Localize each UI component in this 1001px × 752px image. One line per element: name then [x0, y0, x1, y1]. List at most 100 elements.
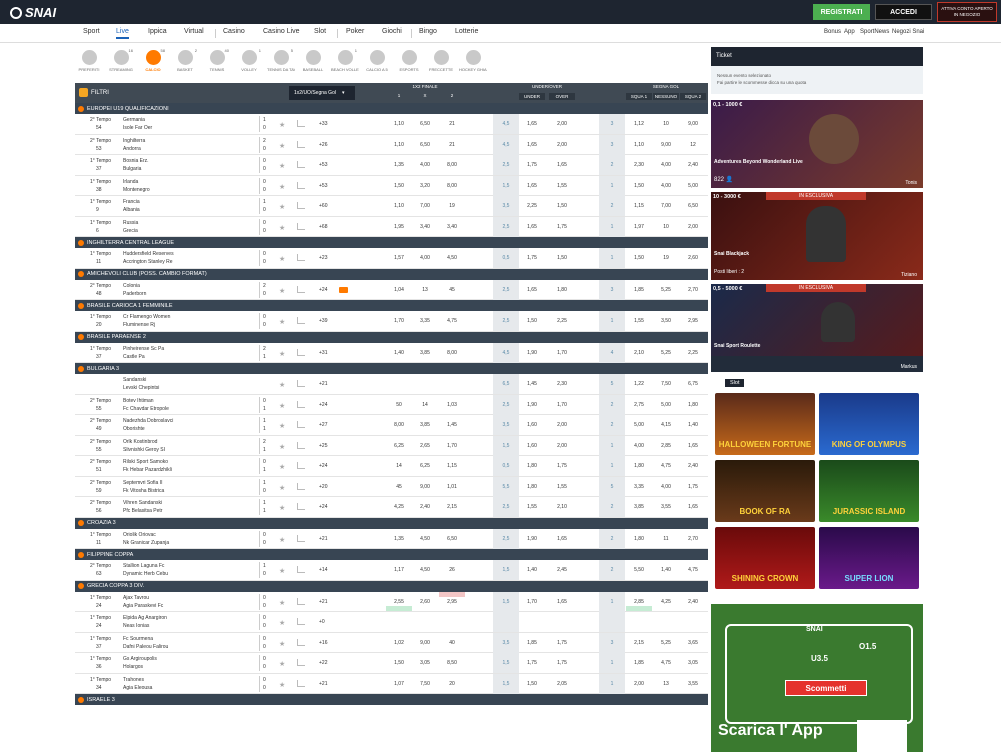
odd-1[interactable]: 1,04 — [386, 287, 412, 293]
odd-sq2[interactable]: 6,75 — [680, 381, 706, 387]
event-teams[interactable]: Gs Argiroupolis Holargos — [123, 655, 157, 671]
odd-2[interactable]: 2,95 — [439, 599, 465, 605]
event-teams[interactable]: Botev Ihtiman Fc Chavdar Etropole — [123, 397, 169, 413]
odd-x[interactable]: 3,05 — [412, 660, 438, 666]
event-row[interactable]: 1° Tempo 38 Irlanda Montenegro 0 0 ★ +53 1,50 3,2… — [75, 175, 708, 196]
odd-under[interactable]: 1,75 — [519, 660, 545, 666]
odd-sq2[interactable]: 1,75 — [680, 484, 706, 490]
odd-under[interactable]: 1,65 — [519, 224, 545, 230]
odd-sq1[interactable]: 1,80 — [626, 463, 652, 469]
stats-icon[interactable] — [297, 181, 305, 189]
competition-header[interactable]: BRASILE CARIOCA 1 FEMMINILE — [75, 300, 708, 311]
star-icon[interactable]: ★ — [279, 660, 285, 668]
odd-sq2[interactable]: 2,95 — [680, 318, 706, 324]
odd-1[interactable]: 1,10 — [386, 121, 412, 127]
event-row[interactable]: 1° Tempo 37 Pinheirense Sc Pa Castle Pa 2 1 ★ +… — [75, 342, 708, 363]
nav-live[interactable]: Live — [116, 28, 129, 39]
sport-tab[interactable]: CALCIO A 5 — [363, 47, 391, 81]
odd-nessuno[interactable]: 4,75 — [653, 660, 679, 666]
event-teams[interactable]: Fc Sourmena Dafni Paleou Falirou — [123, 635, 168, 651]
star-icon[interactable]: ★ — [279, 350, 285, 358]
more-markets[interactable]: +33 — [319, 121, 327, 127]
odd-2[interactable]: 1,70 — [439, 443, 465, 449]
odd-sq1[interactable]: 2,00 — [626, 681, 652, 687]
stats-icon[interactable] — [297, 140, 305, 148]
event-teams[interactable]: Oriolik Oriovac Nk Granicar Zupanja — [123, 531, 169, 547]
odd-2[interactable]: 19 — [439, 203, 465, 209]
odd-under[interactable]: 1,65 — [519, 121, 545, 127]
odd-nessuno[interactable]: 3,50 — [653, 318, 679, 324]
odd-under[interactable]: 1,70 — [519, 599, 545, 605]
more-markets[interactable]: +53 — [319, 183, 327, 189]
star-icon[interactable]: ★ — [279, 422, 285, 430]
star-icon[interactable]: ★ — [279, 443, 285, 451]
odd-nessuno[interactable]: 1,40 — [653, 567, 679, 573]
odd-under[interactable]: 1,55 — [519, 504, 545, 510]
odd-1[interactable]: 1,35 — [386, 536, 412, 542]
sport-tab[interactable]: BASEBALL — [299, 47, 327, 81]
odd-under[interactable]: 1,90 — [519, 402, 545, 408]
odd-2[interactable]: 4,50 — [439, 255, 465, 261]
odd-sq1[interactable]: 1,22 — [626, 381, 652, 387]
odd-nessuno[interactable]: 10 — [653, 121, 679, 127]
odd-2[interactable]: 21 — [439, 142, 465, 148]
odd-sq2[interactable]: 1,80 — [680, 402, 706, 408]
event-row[interactable]: 2° Tempo 55 Botev Ihtiman Fc Chavdar Etropo… — [75, 394, 708, 415]
odd-x[interactable]: 3,20 — [412, 183, 438, 189]
more-markets[interactable]: +25 — [319, 443, 327, 449]
sport-tab[interactable]: 2 BASKET — [171, 47, 199, 81]
stats-icon[interactable] — [297, 400, 305, 408]
odd-sq2[interactable]: 4,75 — [680, 567, 706, 573]
event-row[interactable]: 1° Tempo 37 Bosnia Erz. Bulgaria 0 0 ★ +53 1,35 4… — [75, 155, 708, 176]
event-teams[interactable]: Germania Isole Far Oer — [123, 116, 152, 132]
odd-sq1[interactable]: 3,35 — [626, 484, 652, 490]
event-teams[interactable]: Cr Flamengo Women Fluminense Rj — [123, 313, 170, 329]
nav-poker[interactable]: Poker — [346, 28, 364, 35]
odd-2[interactable]: 1,03 — [439, 402, 465, 408]
odd-2[interactable]: 40 — [439, 640, 465, 646]
odd-1[interactable]: 1,50 — [386, 183, 412, 189]
odd-1[interactable]: 1,50 — [386, 660, 412, 666]
more-markets[interactable]: +14 — [319, 567, 327, 573]
nav-sport[interactable]: Sport — [83, 28, 100, 35]
odd-x[interactable]: 9,00 — [412, 484, 438, 490]
event-teams[interactable]: Sandanski Levski Chepintsi — [123, 376, 159, 392]
odd-nessuno[interactable]: 4,00 — [653, 183, 679, 189]
odd-under[interactable]: 1,80 — [519, 463, 545, 469]
odd-x[interactable]: 2,65 — [412, 443, 438, 449]
odd-under[interactable]: 1,85 — [519, 640, 545, 646]
slot-game[interactable]: BOOK OF RA — [715, 460, 815, 522]
odd-x[interactable]: 2,40 — [412, 504, 438, 510]
nav-casino[interactable]: Casino — [223, 28, 245, 35]
odd-2[interactable]: 45 — [439, 287, 465, 293]
odd-sq2[interactable]: 1,40 — [680, 422, 706, 428]
odd-under[interactable]: 1,40 — [519, 567, 545, 573]
event-teams[interactable]: Ajax Tavrou Agia Paraskevi Fc — [123, 594, 163, 610]
odd-x[interactable]: 3,40 — [412, 224, 438, 230]
odd-x[interactable]: 6,50 — [412, 121, 438, 127]
odd-2[interactable]: 8,50 — [439, 660, 465, 666]
stats-icon[interactable] — [297, 120, 305, 127]
event-teams[interactable]: Francia Albania — [123, 198, 140, 214]
more-markets[interactable]: +39 — [319, 318, 327, 324]
live-game-card[interactable]: IN ESCLUSIVA 10 - 3000 € Snai Blackjack … — [711, 192, 923, 280]
odd-sq2[interactable]: 5,00 — [680, 183, 706, 189]
odd-sq1[interactable]: 1,50 — [626, 183, 652, 189]
odd-sq2[interactable]: 2,70 — [680, 287, 706, 293]
odd-sq1[interactable]: 5,50 — [626, 567, 652, 573]
odd-x[interactable]: 7,50 — [412, 681, 438, 687]
more-markets[interactable]: +31 — [319, 350, 327, 356]
more-markets[interactable]: +24 — [319, 504, 327, 510]
event-row[interactable]: 2° Tempo 59 Septemvri Sofia II Fk Vitosha B… — [75, 476, 708, 497]
stats-icon[interactable] — [297, 482, 305, 490]
odd-1[interactable]: 1,17 — [386, 567, 412, 573]
odd-2[interactable]: 1,15 — [439, 463, 465, 469]
more-markets[interactable]: +20 — [319, 484, 327, 490]
odd-sq1[interactable]: 1,85 — [626, 660, 652, 666]
stream-camera-icon[interactable] — [339, 286, 348, 293]
odd-over[interactable]: 1,75 — [549, 463, 575, 469]
odd-1[interactable]: 2,55 — [386, 599, 412, 605]
odd-under[interactable]: 1,80 — [519, 484, 545, 490]
nav-virtual[interactable]: Virtual — [184, 28, 204, 35]
odd-x[interactable]: 4,50 — [412, 567, 438, 573]
